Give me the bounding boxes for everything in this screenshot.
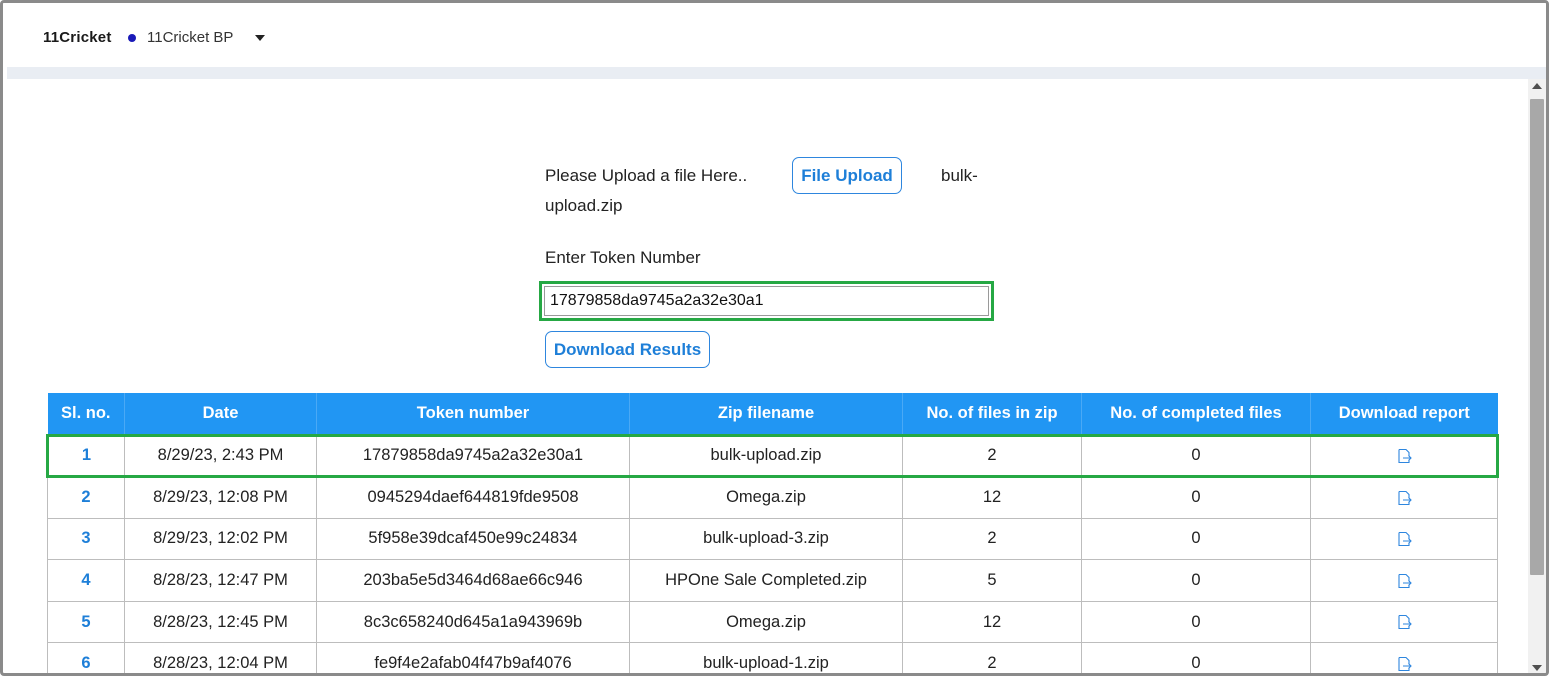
upload-form: Please Upload a file Here.. File Upload … xyxy=(539,157,1002,368)
upload-row: Please Upload a file Here.. File Upload … xyxy=(542,157,1002,217)
cell-token: 203ba5e5d3464d68ae66c946 xyxy=(316,559,630,602)
row-number-link[interactable]: 2 xyxy=(47,476,125,519)
top-bar: 11Cricket 11Cricket BP xyxy=(3,3,1546,69)
cell-download xyxy=(1310,600,1498,644)
status-dot-icon xyxy=(128,33,136,42)
token-label: Enter Token Number xyxy=(545,248,701,267)
scroll-up-arrow-icon[interactable] xyxy=(1532,83,1542,89)
download-report-icon[interactable] xyxy=(1396,490,1412,506)
cell-download xyxy=(1310,642,1498,673)
cell-completed-count: 0 xyxy=(1081,600,1311,644)
cell-token: 5f958e39dcaf450e99c24834 xyxy=(316,517,630,561)
cell-files-count: 2 xyxy=(902,517,1082,561)
token-input-highlight xyxy=(539,281,994,321)
cell-token: fe9f4e2afab04f47b9af4076 xyxy=(316,642,630,673)
download-report-icon[interactable] xyxy=(1396,531,1412,547)
cell-zip-filename: bulk-upload-1.zip xyxy=(629,642,903,673)
cell-date: 8/28/23, 12:04 PM xyxy=(124,642,317,673)
cell-files-count: 12 xyxy=(902,600,1082,644)
table-row: 6 8/28/23, 12:04 PM fe9f4e2afab04f47b9af… xyxy=(47,642,1498,673)
cell-download xyxy=(1310,559,1498,602)
row-number-link[interactable]: 3 xyxy=(47,517,125,561)
cell-date: 8/29/23, 2:43 PM xyxy=(124,433,317,479)
column-header: Date xyxy=(124,393,317,435)
main-content: Please Upload a file Here.. File Upload … xyxy=(7,79,1527,673)
table-row: 3 8/29/23, 12:02 PM 5f958e39dcaf450e99c2… xyxy=(47,517,1498,561)
download-results-button[interactable]: Download Results xyxy=(545,331,710,368)
column-header: Download report xyxy=(1310,393,1498,435)
row-number-link[interactable]: 1 xyxy=(46,433,125,479)
table-row: 1 8/29/23, 2:43 PM 17879858da9745a2a32e3… xyxy=(46,433,1499,479)
cell-completed-count: 0 xyxy=(1081,559,1311,602)
download-report-icon[interactable] xyxy=(1396,448,1412,464)
caret-down-icon[interactable] xyxy=(255,34,266,41)
org-selector[interactable]: 11Cricket BP xyxy=(128,29,266,46)
scroll-down-arrow-icon[interactable] xyxy=(1532,665,1542,671)
table-row: 2 8/29/23, 12:08 PM 0945294daef644819fde… xyxy=(47,476,1498,519)
cell-zip-filename: Omega.zip xyxy=(629,476,903,519)
cell-completed-count: 0 xyxy=(1081,517,1311,561)
cell-download xyxy=(1310,476,1498,519)
selected-filename-continued: upload.zip xyxy=(545,196,623,215)
app-window: 11Cricket 11Cricket BP Please Upload a f… xyxy=(0,0,1549,676)
table-header-row: Sl. no. Date Token number Zip filename N… xyxy=(47,393,1498,435)
cell-date: 8/29/23, 12:02 PM xyxy=(124,517,317,561)
cell-date: 8/28/23, 12:47 PM xyxy=(124,559,317,602)
row-number-link[interactable]: 6 xyxy=(47,642,125,673)
cell-files-count: 5 xyxy=(902,559,1082,602)
table-row: 5 8/28/23, 12:45 PM 8c3c658240d645a1a943… xyxy=(47,600,1498,644)
cell-download xyxy=(1310,517,1498,561)
column-header: No. of files in zip xyxy=(902,393,1082,435)
results-table: Sl. no. Date Token number Zip filename N… xyxy=(46,393,1499,673)
cell-completed-count: 0 xyxy=(1081,476,1311,519)
cell-token: 8c3c658240d645a1a943969b xyxy=(316,600,630,644)
cell-download xyxy=(1310,433,1499,479)
download-report-icon[interactable] xyxy=(1396,656,1412,672)
column-header: No. of completed files xyxy=(1081,393,1311,435)
table-row: 4 8/28/23, 12:47 PM 203ba5e5d3464d68ae66… xyxy=(47,559,1498,602)
cell-files-count: 2 xyxy=(902,433,1082,479)
cell-zip-filename: Omega.zip xyxy=(629,600,903,644)
column-header: Sl. no. xyxy=(47,393,125,435)
cell-completed-count: 0 xyxy=(1081,433,1311,479)
cell-files-count: 2 xyxy=(902,642,1082,673)
header-band xyxy=(7,67,1546,79)
download-report-icon[interactable] xyxy=(1396,573,1412,589)
cell-files-count: 12 xyxy=(902,476,1082,519)
org-name: 11Cricket BP xyxy=(147,29,234,46)
cell-completed-count: 0 xyxy=(1081,642,1311,673)
file-upload-button[interactable]: File Upload xyxy=(792,157,902,194)
scroll-thumb[interactable] xyxy=(1530,99,1544,575)
column-header: Zip filename xyxy=(629,393,903,435)
token-input[interactable] xyxy=(544,286,989,316)
upload-prompt: Please Upload a file Here.. xyxy=(545,166,748,185)
cell-token: 0945294daef644819fde9508 xyxy=(316,476,630,519)
cell-date: 8/29/23, 12:08 PM xyxy=(124,476,317,519)
download-report-icon[interactable] xyxy=(1396,614,1412,630)
vertical-scrollbar[interactable] xyxy=(1528,79,1546,673)
cell-zip-filename: bulk-upload.zip xyxy=(629,433,903,479)
results-table-wrapper: Sl. no. Date Token number Zip filename N… xyxy=(46,393,1499,673)
cell-date: 8/28/23, 12:45 PM xyxy=(124,600,317,644)
brand-name: 11Cricket xyxy=(43,29,112,46)
cell-zip-filename: HPOne Sale Completed.zip xyxy=(629,559,903,602)
cell-zip-filename: bulk-upload-3.zip xyxy=(629,517,903,561)
row-number-link[interactable]: 5 xyxy=(47,600,125,644)
selected-filename: bulk- xyxy=(941,166,978,185)
cell-token: 17879858da9745a2a32e30a1 xyxy=(316,433,630,479)
column-header: Token number xyxy=(316,393,630,435)
row-number-link[interactable]: 4 xyxy=(47,559,125,602)
